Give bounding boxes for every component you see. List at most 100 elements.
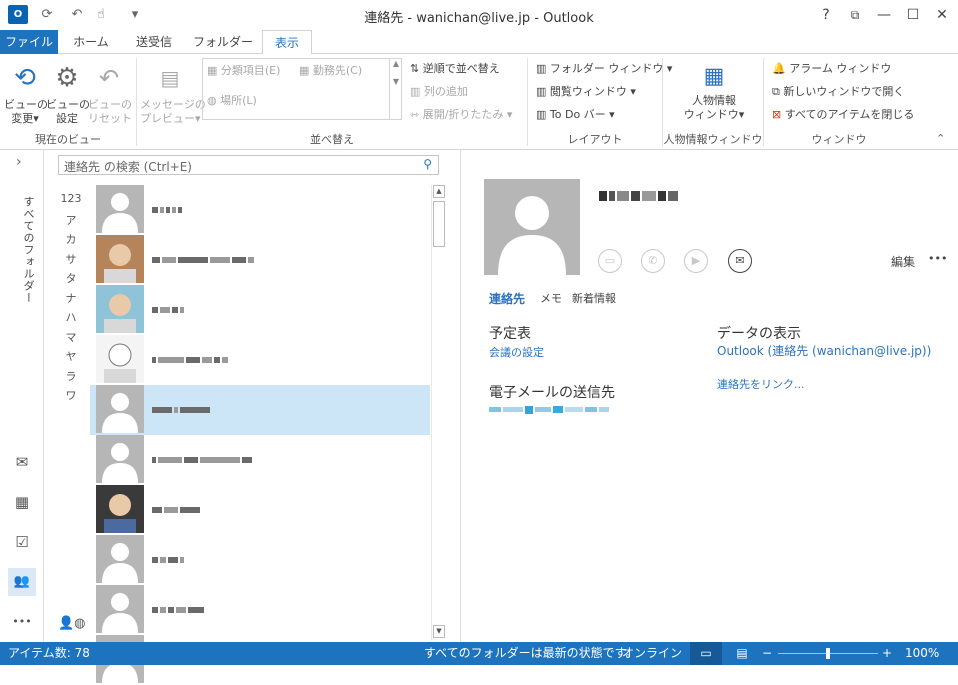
more-options-icon[interactable]: ••• xyxy=(928,252,947,265)
arrange-company[interactable]: ▦ 勤務先(C) xyxy=(299,64,362,78)
people-pane-button[interactable]: ▦ 人物情報 ウィンドウ▾ xyxy=(676,60,752,122)
group-layout: レイアウト xyxy=(567,133,623,146)
scroll-up-arrow[interactable]: ▲ xyxy=(433,185,445,198)
normal-view-icon[interactable]: ▭ xyxy=(690,642,722,665)
help-button[interactable]: ? xyxy=(812,4,840,26)
tab-send-receive[interactable]: 送受信 xyxy=(124,30,184,54)
contact-name-redacted xyxy=(152,252,256,264)
im-icon[interactable]: ▭ xyxy=(598,249,622,273)
tab-home[interactable]: ホーム xyxy=(66,30,116,54)
contact-list-item[interactable] xyxy=(90,485,430,535)
tab-view[interactable]: 表示 xyxy=(262,30,312,55)
people-icon[interactable]: 👥 xyxy=(8,568,36,596)
bell-icon: 🔔 xyxy=(772,62,786,75)
reading-view-icon[interactable]: ▤ xyxy=(732,642,752,665)
contact-avatar xyxy=(96,535,144,583)
contact-name-redacted xyxy=(599,188,680,202)
contact-list-item[interactable] xyxy=(90,235,430,285)
contact-list-item[interactable] xyxy=(90,585,430,635)
change-view-button[interactable]: ⟲ ビューの 変更▾ xyxy=(4,58,48,126)
gallery-scroll[interactable]: ▲ ▼ xyxy=(389,59,402,119)
tab-notes[interactable]: メモ xyxy=(540,290,562,306)
arrangement-gallery[interactable]: ▦ 分類項目(E) ▦ 勤務先(C) ◍ 場所(L) ▲ ▼ xyxy=(202,58,402,120)
social-network-icon[interactable]: 👤◍ xyxy=(58,616,86,631)
scroll-thumb[interactable] xyxy=(433,201,445,247)
search-icon[interactable]: ⚲ xyxy=(423,157,432,171)
link-contacts-link[interactable]: 連絡先をリンク... xyxy=(717,376,805,392)
contact-detail-pane: ▭ ✆ ▶ ✉ 編集 ••• 連絡先 メモ 新着情報 予定表 会議の設定 データ… xyxy=(460,150,958,642)
reset-view-button[interactable]: ↶ ビューの リセット xyxy=(88,58,132,126)
contact-list-item[interactable] xyxy=(90,185,430,235)
tab-file[interactable]: ファイル xyxy=(0,30,58,54)
gear-icon: ⚙ xyxy=(55,63,79,93)
contact-list-item[interactable] xyxy=(90,335,430,385)
view-settings-button[interactable]: ⚙ ビューの 設定 xyxy=(46,58,90,126)
group-people-pane: 人物情報ウィンドウ xyxy=(663,133,763,146)
all-folders-label[interactable]: すべてのフォルダー xyxy=(6,196,36,306)
close-all-icon: ⊠ xyxy=(772,108,782,121)
contact-list-item[interactable] xyxy=(90,435,430,485)
reverse-sort-button[interactable]: ⇅ 逆順で並べ替え xyxy=(410,62,500,76)
edit-button[interactable]: 編集 xyxy=(891,253,915,270)
tasks-icon[interactable]: ☑ xyxy=(8,528,36,556)
schedule-meeting-link[interactable]: 会議の設定 xyxy=(489,344,544,360)
maximize-button[interactable]: ☐ xyxy=(899,4,927,26)
close-button[interactable]: ✕ xyxy=(928,4,956,26)
tab-whats-new[interactable]: 新着情報 xyxy=(572,290,616,306)
item-count: アイテム数: 78 xyxy=(8,646,90,660)
email-address-redacted[interactable] xyxy=(489,402,611,416)
contact-list-item[interactable] xyxy=(90,285,430,335)
close-all-items-button[interactable]: ⊠ すべてのアイテムを閉じる xyxy=(772,108,914,122)
group-arrange: 並べ替え xyxy=(310,133,354,146)
reset-icon: ↶ xyxy=(98,64,120,92)
zoom-out-button[interactable]: − xyxy=(762,642,772,665)
zoom-in-button[interactable]: + xyxy=(882,642,892,665)
phone-icon[interactable]: ✆ xyxy=(641,249,665,273)
contact-list-scrollbar[interactable]: ▲ ▼ xyxy=(431,185,445,640)
scroll-down-arrow[interactable]: ▼ xyxy=(433,625,445,638)
arrange-categories[interactable]: ▦ 分類項目(E) xyxy=(207,64,280,78)
ribbon-display-options-icon[interactable]: ⧉ xyxy=(841,4,869,26)
contact-avatar xyxy=(96,485,144,533)
tab-folder[interactable]: フォルダー xyxy=(192,30,254,54)
contact-avatar xyxy=(96,285,144,333)
expand-folder-pane-icon[interactable]: › xyxy=(16,154,22,170)
expand-collapse-button[interactable]: ⇿ 展開/折りたたみ ▾ xyxy=(410,108,512,122)
zoom-slider-thumb[interactable] xyxy=(826,648,830,659)
status-bar: アイテム数: 78 すべてのフォルダーは最新の状態です。 オンライン ▭ ▤ −… xyxy=(0,642,958,665)
contact-list-item[interactable] xyxy=(90,385,430,435)
contact-name-redacted xyxy=(152,552,186,564)
mail-icon[interactable]: ✉ xyxy=(8,448,36,476)
calendar-icon[interactable]: ▦ xyxy=(8,488,36,516)
collapse-ribbon-icon[interactable]: ⌃ xyxy=(936,132,945,145)
contact-name-redacted xyxy=(152,202,184,214)
title-bar: O ⟳ ↶ ☝ ▾ 連絡先 - wanichan@live.jp - Outlo… xyxy=(0,0,958,30)
reading-pane-button[interactable]: ▥ 閲覧ウィンドウ ▾ xyxy=(536,85,636,99)
open-new-window-button[interactable]: ⧉ 新しいウィンドウで開く xyxy=(772,85,904,99)
reminders-window-button[interactable]: 🔔 アラーム ウィンドウ xyxy=(772,62,891,76)
ribbon: ⟲ ビューの 変更▾ ⚙ ビューの 設定 ↶ ビューの リセット 現在のビュー … xyxy=(0,54,958,150)
search-input[interactable]: 連絡先 の検索 (Ctrl+E) ⚲ xyxy=(58,155,439,175)
message-preview-button[interactable]: ▤ メッセージの プレビュー▾ xyxy=(140,58,206,126)
more-icon[interactable]: ••• xyxy=(8,608,36,636)
arrange-location[interactable]: ◍ 場所(L) xyxy=(207,94,257,108)
view-source-link[interactable]: Outlook (連絡先 (wanichan@live.jp)) xyxy=(717,342,931,359)
contact-name-redacted xyxy=(152,352,230,364)
contact-avatar xyxy=(96,235,144,283)
add-columns-button[interactable]: ▥ 列の追加 xyxy=(410,85,468,99)
contact-avatar xyxy=(96,335,144,383)
view-source-heading: データの表示 xyxy=(717,326,801,342)
sync-status: すべてのフォルダーは最新の状態です。 xyxy=(424,646,638,660)
tab-contact[interactable]: 連絡先 xyxy=(489,290,525,307)
folder-pane-button[interactable]: ▥ フォルダー ウィンドウ ▾ xyxy=(536,62,672,76)
contact-avatar xyxy=(96,385,144,433)
minimize-button[interactable]: — xyxy=(870,4,898,26)
todo-bar-button[interactable]: ▥ To Do バー ▾ xyxy=(536,108,615,122)
contact-name-redacted xyxy=(152,602,206,614)
zoom-level[interactable]: 100% xyxy=(905,642,939,665)
contact-name-redacted xyxy=(152,302,186,314)
video-icon[interactable]: ▶ xyxy=(684,249,708,273)
group-window: ウィンドウ xyxy=(811,133,867,146)
contact-list-item[interactable] xyxy=(90,535,430,585)
email-icon[interactable]: ✉ xyxy=(728,249,752,273)
